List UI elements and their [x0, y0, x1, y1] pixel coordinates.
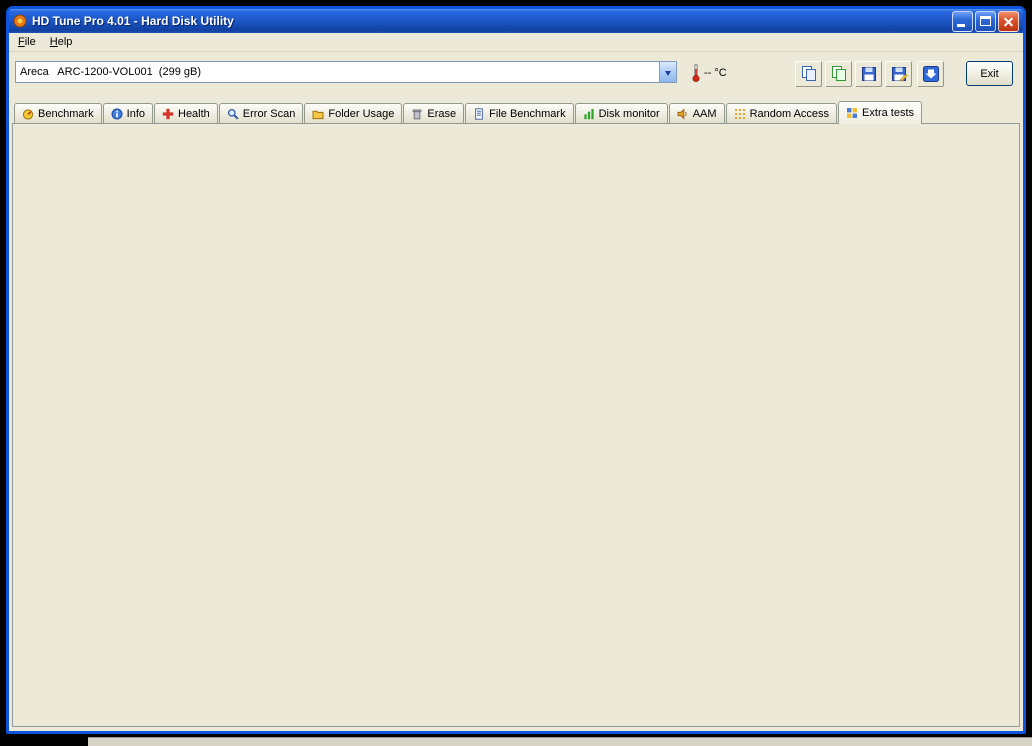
- menu-file[interactable]: File: [11, 34, 43, 50]
- error-scan-icon: [227, 108, 239, 120]
- temperature-value: -- °C: [704, 67, 727, 79]
- menu-help[interactable]: Help: [43, 34, 80, 50]
- dropdown-arrow-icon[interactable]: [659, 62, 676, 82]
- tab-label: Health: [178, 107, 210, 120]
- extra-tests-icon: [847, 108, 858, 118]
- folder-usage-icon: [312, 110, 324, 119]
- tab-label: Info: [126, 107, 145, 120]
- copy-image-button[interactable]: [795, 61, 822, 87]
- copy-image-icon: [801, 66, 816, 81]
- save-image-button[interactable]: [855, 61, 882, 87]
- tab-file-benchmark[interactable]: File Benchmark: [465, 103, 574, 123]
- close-button[interactable]: [998, 10, 1019, 32]
- save-image-icon: [861, 67, 876, 81]
- erase-icon: [413, 109, 422, 119]
- toolbar: Areca ARC-1200-VOL001 (299 gB) -- °C Exi…: [9, 52, 1023, 99]
- tab-error-scan[interactable]: Error Scan: [218, 103, 304, 123]
- extra-tests-panel: [12, 123, 1020, 727]
- tab-random-access[interactable]: Random Access: [725, 103, 838, 123]
- thermometer-icon: [692, 64, 700, 83]
- copy-text-button[interactable]: [825, 61, 852, 87]
- tab-label: AAM: [692, 107, 717, 120]
- download-arrow-icon: [922, 66, 939, 82]
- exit-button-label: Exit: [980, 67, 999, 80]
- app-icon: [13, 14, 27, 28]
- save-text-icon: [891, 67, 908, 82]
- save-text-button[interactable]: [885, 61, 912, 87]
- tab-disk-monitor[interactable]: Disk monitor: [574, 103, 668, 123]
- health-icon: [162, 108, 174, 119]
- exit-button[interactable]: Exit: [966, 61, 1013, 86]
- temperature-indicator: -- °C: [691, 63, 727, 83]
- random-access-icon: [734, 108, 745, 119]
- update-download-button[interactable]: [917, 61, 944, 87]
- tab-erase[interactable]: Erase: [403, 103, 465, 123]
- taskbar-strip: [88, 737, 1032, 746]
- info-icon: [111, 108, 123, 119]
- tab-label: Erase: [427, 107, 457, 120]
- tab-info[interactable]: Info: [102, 103, 153, 123]
- tab-label: Folder Usage: [328, 107, 395, 120]
- tab-label: Random Access: [749, 107, 830, 120]
- window-title: HD Tune Pro 4.01 - Hard Disk Utility: [32, 14, 234, 28]
- title-bar[interactable]: HD Tune Pro 4.01 - Hard Disk Utility: [9, 9, 1023, 33]
- tab-label: Disk monitor: [598, 107, 660, 120]
- tab-benchmark[interactable]: Benchmark: [14, 103, 102, 123]
- drive-selector-value: Areca ARC-1200-VOL001 (299 gB): [20, 66, 201, 78]
- tab-label: File Benchmark: [489, 107, 566, 120]
- drive-selector[interactable]: Areca ARC-1200-VOL001 (299 gB): [15, 61, 677, 83]
- copy-text-icon: [831, 66, 846, 81]
- tab-label: Error Scan: [242, 107, 296, 120]
- app-window: HD Tune Pro 4.01 - Hard Disk Utility Fil…: [6, 6, 1026, 734]
- window-controls: [952, 10, 1019, 32]
- tab-health[interactable]: Health: [154, 103, 218, 123]
- tab-label: Benchmark: [38, 107, 94, 120]
- tab-label: Extra tests: [862, 107, 915, 119]
- aam-icon: [677, 107, 687, 120]
- tab-strip: Benchmark Info Health Error Scan Folder …: [14, 100, 923, 124]
- benchmark-icon: [22, 108, 34, 120]
- tab-extra-tests[interactable]: Extra tests: [838, 101, 923, 124]
- file-benchmark-icon: [475, 107, 484, 120]
- tab-aam[interactable]: AAM: [668, 103, 725, 123]
- restore-button[interactable]: [975, 10, 996, 32]
- minimize-button[interactable]: [952, 10, 973, 32]
- menu-bar: File Help: [9, 33, 1023, 52]
- disk-monitor-icon: [583, 108, 594, 119]
- tab-folder-usage[interactable]: Folder Usage: [304, 103, 403, 123]
